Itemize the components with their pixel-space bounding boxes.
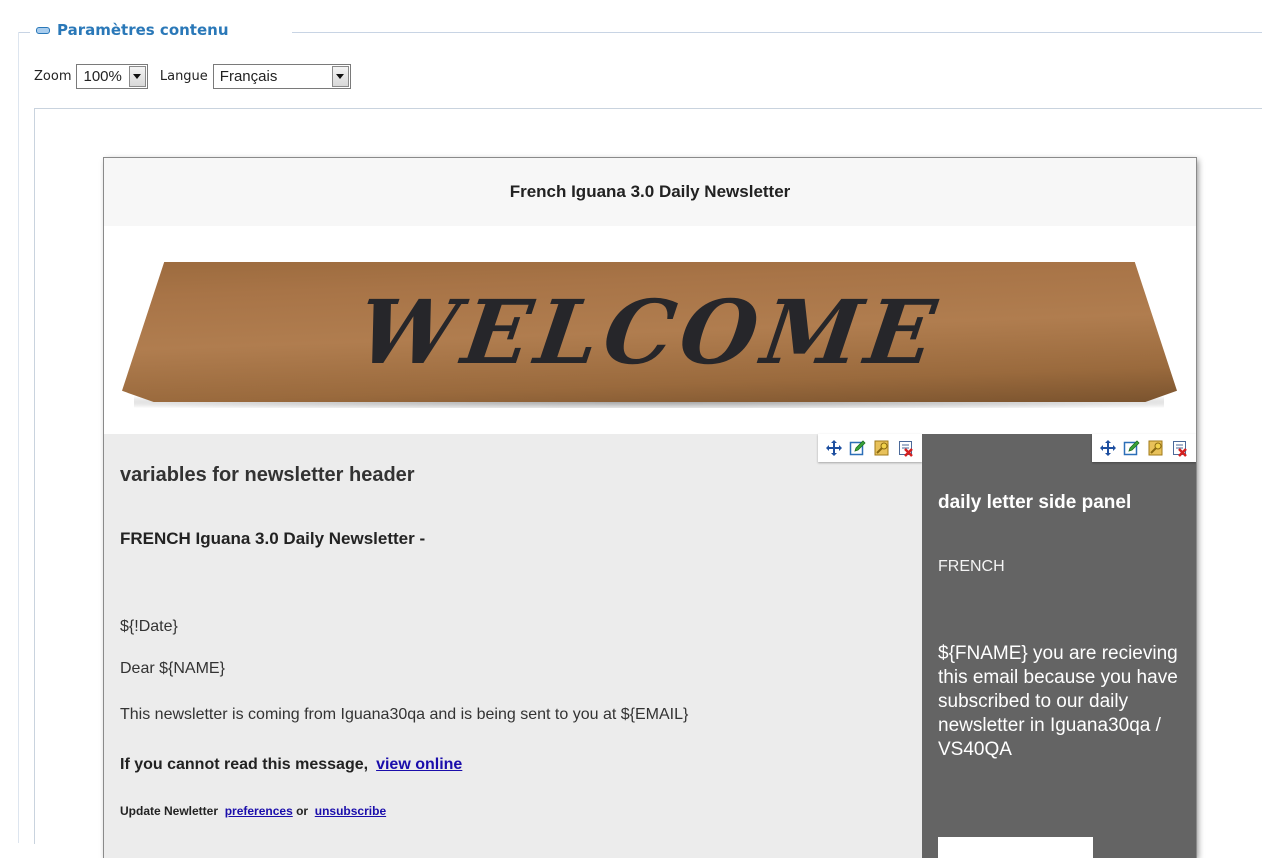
panel-legend[interactable]: Paramètres contenu [36,21,229,39]
delete-icon[interactable] [897,439,915,457]
side-panel-title: daily letter side panel [938,492,1132,513]
preferences-link[interactable]: preferences [225,804,293,818]
edit-icon[interactable] [849,439,867,457]
edit-icon[interactable] [1123,439,1141,457]
greeting-text: Dear ${NAME} [120,660,225,677]
update-text: Update Newletter [120,804,219,818]
fieldset-border [18,32,30,33]
newsletter-header: French Iguana 3.0 Daily Newsletter [104,158,1196,226]
side-panel-block[interactable]: daily letter side panel FRENCH ${FNAME} … [922,434,1196,858]
collapse-icon[interactable] [36,26,50,34]
side-panel-language: FRENCH [938,558,1005,575]
welcome-mat-image: WELCOME [122,262,1177,402]
newsletter-header-title: French Iguana 3.0 Daily Newsletter [509,182,791,201]
language-value: Français [219,68,278,85]
fieldset-border [292,32,1262,33]
chevron-down-icon[interactable] [331,66,349,87]
main-block-subtitle: FRENCH Iguana 3.0 Daily Newsletter - [120,529,426,548]
language-label: Langue [159,69,208,84]
preview-controls: Zoom 100% Langue Français [34,64,351,89]
update-preferences-line: Update Newletter preferences or unsubscr… [120,804,386,818]
fieldset-border [18,32,19,843]
main-content-block[interactable]: variables for newsletter header FRENCH I… [104,434,922,858]
banner-text: WELCOME [351,280,948,384]
side-panel-body: ${FNAME} you are recieving this email be… [938,643,1178,760]
block-toolbar [1092,434,1196,462]
intro-text: This newsletter is coming from Iguana30q… [120,706,689,723]
content-row: variables for newsletter header FRENCH I… [104,434,1196,858]
side-panel-button[interactable] [938,837,1093,858]
cannot-read-text: If you cannot read this message, [120,756,369,773]
or-text: or [296,804,309,818]
properties-icon[interactable] [1147,439,1165,457]
zoom-label: Zoom [34,69,72,84]
properties-icon[interactable] [873,439,891,457]
main-block-title: variables for newsletter header [120,464,415,486]
move-icon[interactable] [825,439,843,457]
block-toolbar [818,434,922,462]
newsletter-preview: French Iguana 3.0 Daily Newsletter WELCO… [104,158,1196,858]
view-online-link[interactable]: view online [376,756,462,773]
zoom-select[interactable]: 100% [76,64,148,89]
view-online-line: If you cannot read this message, view onl… [120,756,462,774]
language-select[interactable]: Français [212,64,351,89]
welcome-banner: WELCOME [104,226,1196,434]
unsubscribe-link[interactable]: unsubscribe [315,804,386,818]
panel-legend-label: Paramètres contenu [57,21,229,39]
zoom-value: 100% [83,68,122,85]
chevron-down-icon[interactable] [128,66,146,87]
move-icon[interactable] [1099,439,1117,457]
delete-icon[interactable] [1171,439,1189,457]
date-variable: ${!Date} [120,618,178,635]
